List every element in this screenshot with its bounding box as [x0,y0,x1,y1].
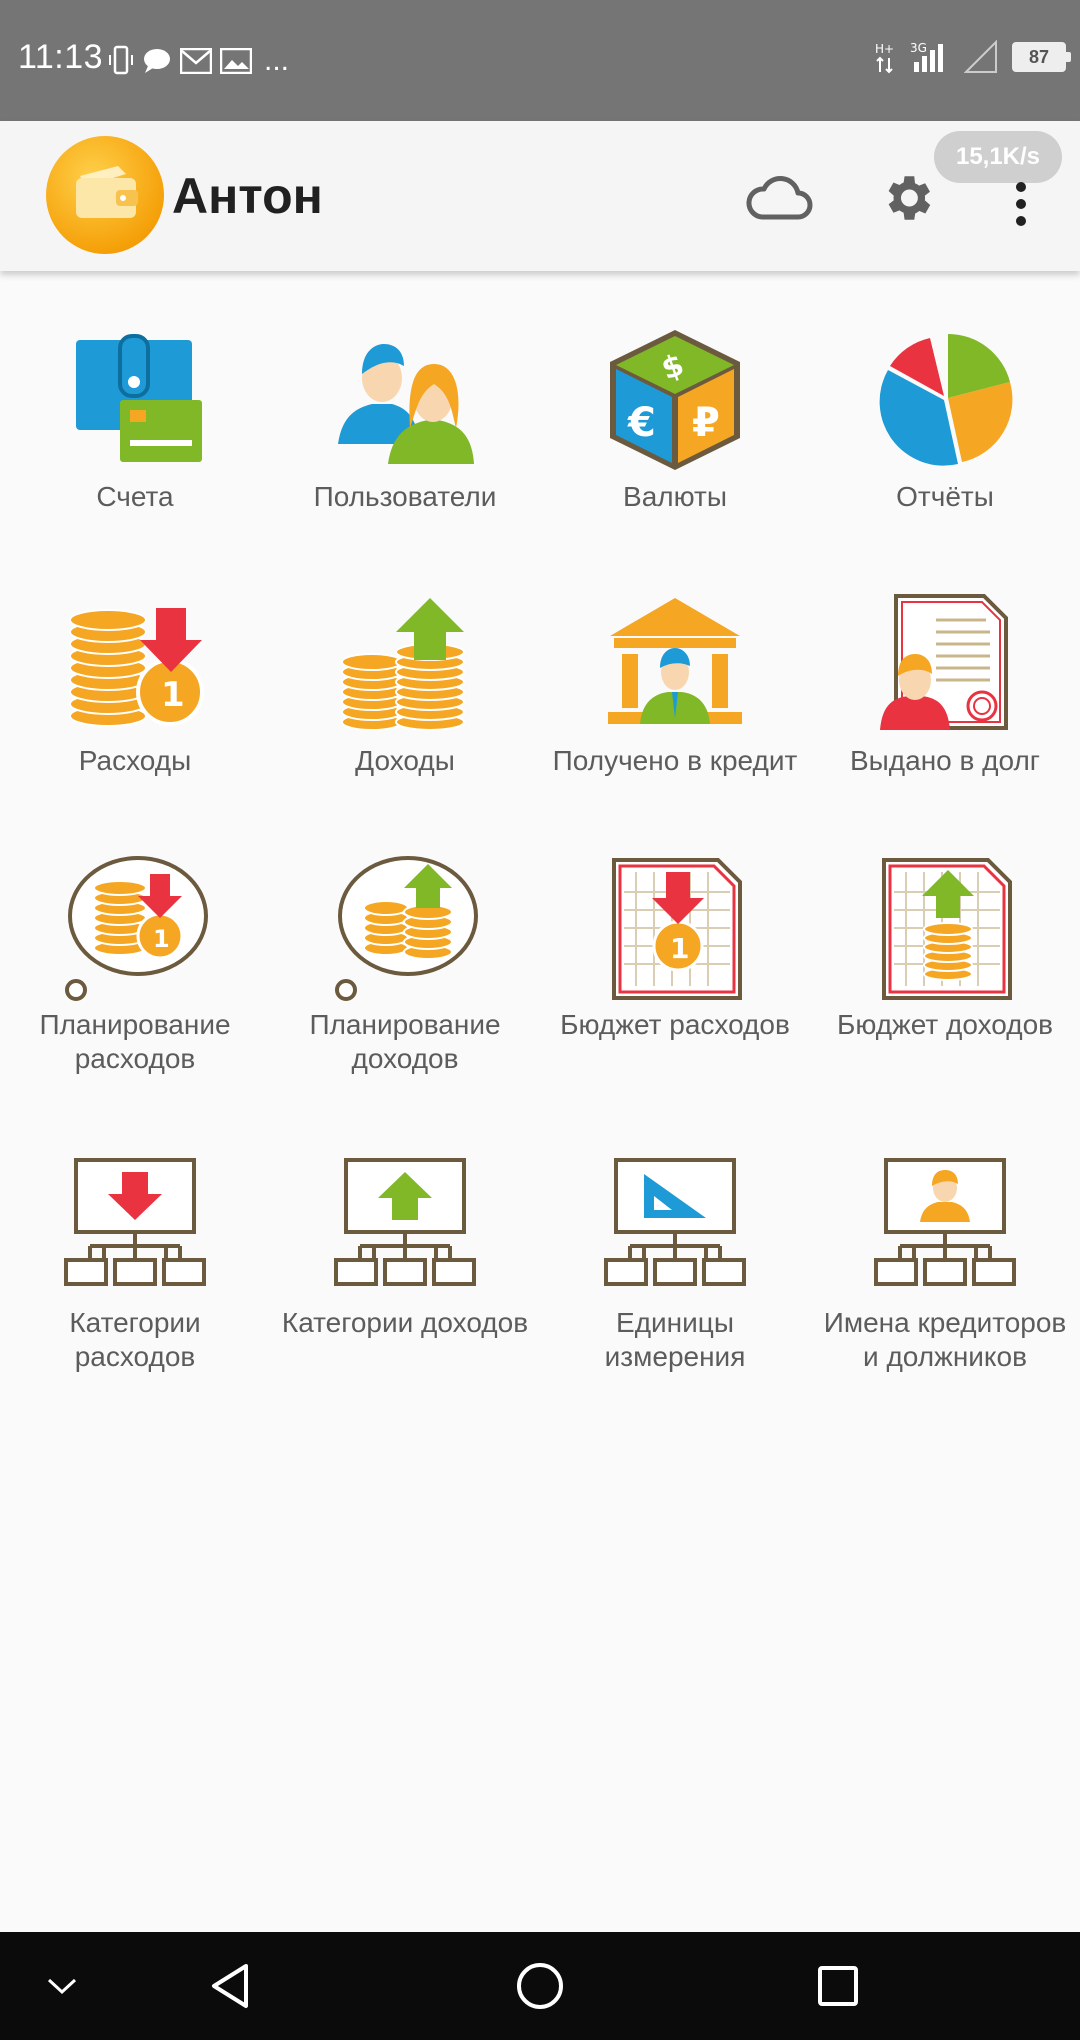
cloud-icon [746,176,813,220]
home-button[interactable] [508,1954,572,2018]
gear-icon [888,176,931,220]
more-vert-icon [1016,182,1026,226]
system-icons: H+ 3G 87 [874,40,1071,74]
back-button[interactable] [198,1954,262,2018]
wallet-icon[interactable] [46,136,164,254]
message-icon [144,49,170,73]
tile-income-categories[interactable]: Категории доходов [270,1126,540,1390]
signal-3g-icon: 3G [910,41,943,72]
tile-plan-income[interactable]: Планирование доходов [270,828,540,1126]
tile-label: Валюты [623,481,727,512]
accounts-wallet-icon [76,334,202,462]
home-icon [517,1963,563,2009]
category-down-icon [64,1158,206,1286]
budget-down-icon: 1 [612,858,742,1000]
svg-text:1: 1 [153,925,170,953]
battery-icon: 87 [1012,42,1071,72]
status-time: 11:13 [18,38,104,76]
data-arrows-icon: H+ [875,42,894,74]
tile-label: Категории расходов [69,1307,201,1372]
hide-nav-button[interactable] [30,1954,94,2018]
tile-label: Выдано в долг [849,745,1041,776]
cloud-sync-button[interactable] [744,163,814,233]
network-type: 3G [910,41,927,55]
tile-units[interactable]: Единицы измерения [540,1126,810,1390]
tile-label: Получено в кредит [552,745,798,776]
tile-label: Категории доходов [281,1307,529,1338]
tile-plan-expenses[interactable]: 1 Планирование расходов [0,828,270,1126]
chevron-down-icon [47,1978,77,1995]
category-person-icon [874,1158,1016,1286]
users-icon [338,344,474,464]
category-ruler-icon [604,1158,746,1286]
more-notifications: ... [264,44,290,77]
currency-cube-icon: $ € ₽ [610,330,740,470]
settings-button[interactable] [872,163,942,233]
image-icon [220,48,252,74]
page-title: Антон [172,168,323,224]
menu-grid: Счета Пользователи $ € ₽ Валюты Отчёты 1… [0,300,1080,1390]
tile-label: Бюджет расходов [560,1009,790,1040]
svg-text:€: € [627,400,656,446]
notification-icons: ... [108,44,289,78]
svg-text:1: 1 [161,675,185,715]
tile-budget-income[interactable]: Бюджет доходов [810,828,1080,1126]
overflow-menu-button[interactable] [986,169,1056,239]
svg-text:1: 1 [670,932,689,965]
tile-creditor-names[interactable]: Имена кредиторов и должников [810,1126,1080,1390]
tile-label: Доходы [355,745,455,776]
category-up-icon [334,1158,476,1286]
app-bar: Антон 15,1K/s [0,121,1080,271]
bank-icon [608,598,742,724]
signal-empty-icon [964,40,997,73]
recents-button[interactable] [806,1954,870,2018]
navigation-bar [0,1932,1080,2040]
tile-income[interactable]: Доходы [270,564,540,828]
thought-coins-down-icon: 1 [65,856,208,1001]
tile-label: Планирование расходов [39,1009,231,1074]
coins-down-arrow-icon: 1 [69,608,204,727]
contract-icon [880,594,1008,730]
tile-reports[interactable]: Отчёты [810,300,1080,564]
vibrate-icon [109,45,133,75]
pie-chart-icon [879,334,1013,466]
tile-label: Бюджет доходов [836,1009,1054,1040]
tile-accounts[interactable]: Счета [0,300,270,564]
tile-expenses[interactable]: 1 Расходы [0,564,270,828]
recents-icon [818,1966,858,2006]
svg-text:₽: ₽ [692,400,720,446]
tile-currencies[interactable]: $ € ₽ Валюты [540,300,810,564]
gmail-icon [180,48,212,74]
tile-label: Имена кредиторов и должников [823,1307,1067,1372]
tile-lent[interactable]: Выдано в долг [810,564,1080,828]
tile-label: Отчёты [896,481,994,512]
tile-budget-expenses[interactable]: 1 Бюджет расходов [540,828,810,1126]
tile-label: Счета [96,481,174,512]
tile-received-credit[interactable]: Получено в кредит [540,564,810,828]
coins-up-arrow-icon [341,598,465,731]
thought-coins-up-icon [335,856,478,1001]
budget-up-icon [882,858,1012,1000]
tile-label: Расходы [78,745,192,776]
svg-text:H+: H+ [875,42,894,56]
tile-label: Единицы измерения [604,1307,746,1372]
tile-label: Пользователи [313,481,497,512]
tile-expense-categories[interactable]: Категории расходов [0,1126,270,1390]
back-icon [212,1964,248,2008]
status-bar: 11:13 ... H+ 3G 87 [0,0,1080,121]
tile-users[interactable]: Пользователи [270,300,540,564]
tile-label: Планирование доходов [309,1009,501,1074]
